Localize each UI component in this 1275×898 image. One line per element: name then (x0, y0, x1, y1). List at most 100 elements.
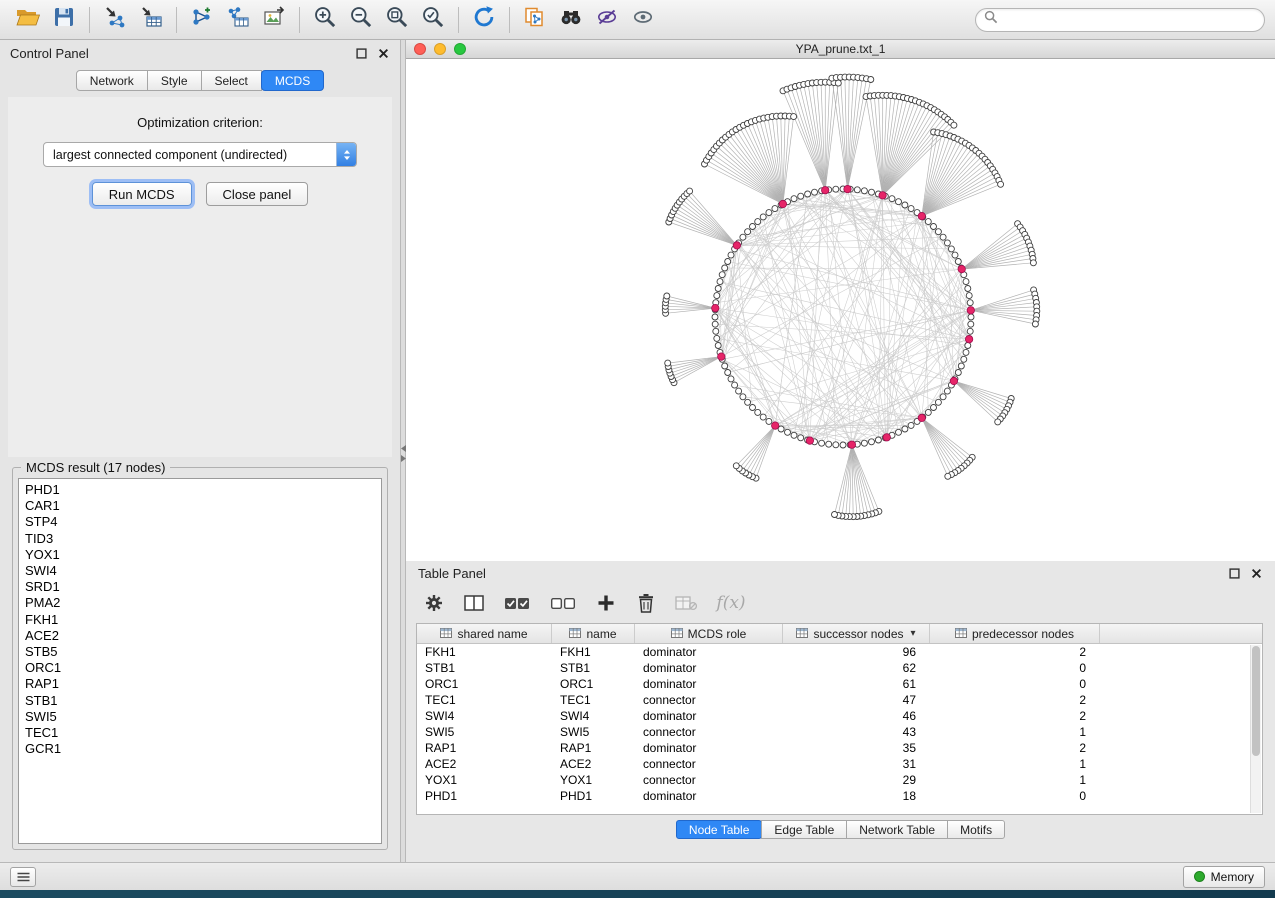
table-settings-button[interactable] (422, 591, 446, 615)
control-panel-tabs: Network Style Select MCDS (0, 66, 400, 97)
mcds-result-item[interactable]: FKH1 (19, 612, 381, 628)
right-stack: YPA_prune.txt_1 Table Panel (406, 40, 1275, 862)
tab-mcds[interactable]: MCDS (261, 70, 324, 91)
network-table-view-button[interactable] (220, 4, 256, 36)
table-row[interactable]: ACE2ACE2connector311 (417, 756, 1262, 772)
table-row[interactable]: SWI5SWI5connector431 (417, 724, 1262, 740)
mcds-result-item[interactable]: SWI5 (19, 709, 381, 725)
table-row[interactable]: YOX1YOX1connector291 (417, 772, 1262, 788)
network-canvas[interactable] (406, 59, 1275, 561)
tab-motifs[interactable]: Motifs (947, 820, 1005, 839)
select-all-button[interactable] (502, 591, 532, 615)
network-graph[interactable] (406, 59, 1274, 560)
show-columns-button[interactable] (462, 591, 486, 615)
close-panel-icon[interactable] (376, 46, 390, 60)
show-all-button[interactable] (625, 4, 661, 36)
cell-filler (1100, 756, 1262, 772)
import-table-button[interactable] (133, 4, 169, 36)
mcds-result-item[interactable]: SRD1 (19, 579, 381, 595)
open-file-button[interactable] (10, 4, 46, 36)
float-panel-icon[interactable] (354, 46, 368, 60)
mcds-result-group: MCDS result (17 nodes) PHD1CAR1STP4TID3Y… (12, 467, 388, 850)
deselect-all-button[interactable] (548, 591, 578, 615)
mcds-result-item[interactable]: CAR1 (19, 498, 381, 514)
hide-selected-button[interactable] (589, 4, 625, 36)
mcds-result-item[interactable]: SWI4 (19, 563, 381, 579)
cell-successors: 62 (783, 660, 930, 676)
mcds-result-item[interactable]: GCR1 (19, 741, 381, 757)
mcds-result-item[interactable]: PMA2 (19, 595, 381, 611)
mcds-result-item[interactable]: YOX1 (19, 547, 381, 563)
add-column-button[interactable] (594, 591, 618, 615)
table-row[interactable]: FKH1FKH1dominator962 (417, 644, 1262, 660)
column-header-name[interactable]: name (552, 624, 635, 643)
hamburger-icon (17, 872, 30, 882)
mcds-result-item[interactable]: STP4 (19, 514, 381, 530)
cell-role: dominator (635, 676, 783, 692)
cell-shared-name: STB1 (417, 660, 552, 676)
column-header-successor-nodes[interactable]: successor nodes ▾ (783, 624, 930, 643)
find-button[interactable] (553, 4, 589, 36)
table-row[interactable]: SWI4SWI4dominator462 (417, 708, 1262, 724)
zoom-in-icon (313, 5, 337, 34)
status-bar: Memory (0, 862, 1275, 890)
mcds-result-item[interactable]: ORC1 (19, 660, 381, 676)
run-mcds-button[interactable]: Run MCDS (92, 182, 192, 206)
criterion-dropdown[interactable]: largest connected component (undirected) (43, 142, 357, 167)
tab-network-table[interactable]: Network Table (846, 820, 948, 839)
mcds-result-item[interactable]: STB5 (19, 644, 381, 660)
mcds-result-item[interactable]: ACE2 (19, 628, 381, 644)
zoom-in-button[interactable] (307, 4, 343, 36)
tab-node-table[interactable]: Node Table (676, 820, 763, 839)
table-panel: Table Panel (406, 561, 1275, 862)
table-row[interactable]: TEC1TEC1connector472 (417, 692, 1262, 708)
close-panel-icon[interactable] (1249, 566, 1263, 580)
search-input[interactable] (1004, 11, 1256, 28)
table-row[interactable]: RAP1RAP1dominator352 (417, 740, 1262, 756)
column-header-shared-name[interactable]: shared name (417, 624, 552, 643)
zoom-selected-button[interactable] (415, 4, 451, 36)
tab-edge-table[interactable]: Edge Table (761, 820, 847, 839)
zoom-out-button[interactable] (343, 4, 379, 36)
global-search[interactable] (975, 8, 1265, 32)
table-row[interactable]: ORC1ORC1dominator610 (417, 676, 1262, 692)
mcds-result-item[interactable]: STB1 (19, 693, 381, 709)
apply-layout-button[interactable] (466, 4, 502, 36)
cell-shared-name: FKH1 (417, 644, 552, 660)
clone-network-button[interactable] (517, 4, 553, 36)
zoom-fit-button[interactable] (379, 4, 415, 36)
cell-shared-name: PHD1 (417, 788, 552, 804)
memory-status-icon (1194, 871, 1205, 882)
scrollbar-thumb[interactable] (1252, 646, 1260, 756)
mcds-result-list[interactable]: PHD1CAR1STP4TID3YOX1SWI4SRD1PMA2FKH1ACE2… (18, 478, 382, 844)
float-panel-icon[interactable] (1227, 566, 1241, 580)
save-session-button[interactable] (46, 4, 82, 36)
export-image-button[interactable] (256, 4, 292, 36)
new-network-button[interactable] (184, 4, 220, 36)
cell-role: dominator (635, 740, 783, 756)
memory-button[interactable]: Memory (1183, 866, 1265, 888)
mcds-result-item[interactable]: PHD1 (19, 482, 381, 498)
column-header-mcds-role[interactable]: MCDS role (635, 624, 783, 643)
splitter-collapse-arrows[interactable] (401, 445, 405, 462)
delete-column-button[interactable] (634, 591, 658, 615)
table-scrollbar[interactable] (1250, 645, 1261, 813)
tab-select[interactable]: Select (201, 70, 262, 91)
table-row[interactable]: PHD1PHD1dominator180 (417, 788, 1262, 804)
cell-shared-name: YOX1 (417, 772, 552, 788)
collapse-right-icon (401, 455, 406, 462)
tab-style[interactable]: Style (147, 70, 202, 91)
close-panel-button[interactable]: Close panel (206, 182, 309, 206)
tab-network[interactable]: Network (76, 70, 148, 91)
status-menu-button[interactable] (10, 867, 36, 887)
column-header-predecessor-nodes[interactable]: predecessor nodes (930, 624, 1100, 643)
column-type-icon (796, 627, 808, 641)
toolbar-separator (458, 7, 459, 33)
import-network-button[interactable] (97, 4, 133, 36)
cell-name: STB1 (552, 660, 635, 676)
network-share-icon (191, 6, 213, 33)
mcds-result-item[interactable]: TEC1 (19, 725, 381, 741)
mcds-result-item[interactable]: TID3 (19, 531, 381, 547)
table-row[interactable]: STB1STB1dominator620 (417, 660, 1262, 676)
mcds-result-item[interactable]: RAP1 (19, 676, 381, 692)
